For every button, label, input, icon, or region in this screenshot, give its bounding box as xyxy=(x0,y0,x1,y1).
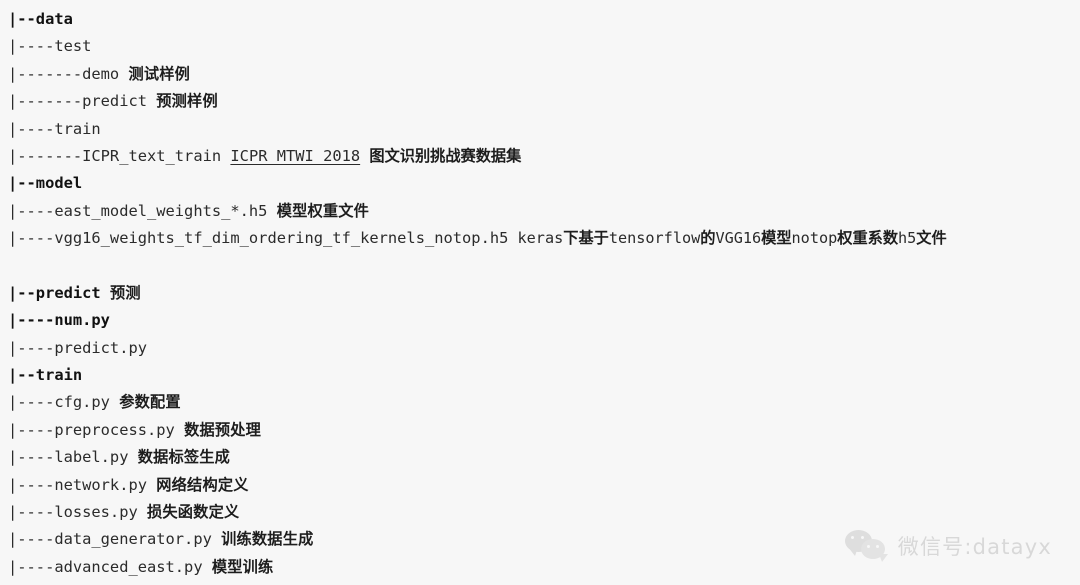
tree-line: |----vgg16_weights_tf_dim_ordering_tf_ke… xyxy=(8,225,1080,252)
tree-line: |----east_model_weights_*.h5 模型权重文件 xyxy=(8,198,1080,225)
tree-line: |----test xyxy=(8,33,1080,60)
tree-path: |----losses.py xyxy=(8,503,138,522)
tree-line: |--predict 预测 xyxy=(8,280,1080,307)
directory-tree: |--data |----test |-------demo 测试样例 |------… xyxy=(0,0,1080,581)
tree-note: 模型训练 xyxy=(211,557,274,576)
tree-note-segment: 文件 xyxy=(916,229,947,248)
tree-line: |-------demo 测试样例 xyxy=(8,61,1080,88)
tree-path: |-------predict xyxy=(8,92,147,111)
tree-path: |----vgg16_weights_tf_dim_ordering_tf_ke… xyxy=(8,229,509,248)
tree-line: |----preprocess.py 数据预处理 xyxy=(8,417,1080,444)
dataset-link-label[interactable]: 图文识别挑战赛数据集 xyxy=(369,147,521,165)
dataset-link[interactable]: ICPR MTWI 2018 xyxy=(230,147,360,165)
tree-note: 参数配置 xyxy=(119,393,181,412)
tree-line: |----label.py 数据标签生成 xyxy=(8,444,1080,471)
tree-line: |--data xyxy=(8,6,1080,33)
tree-note: 测试样例 xyxy=(128,64,191,83)
tree-path: |----cfg.py xyxy=(8,393,110,412)
tree-path: |--model xyxy=(8,174,83,193)
tree-path: |--predict xyxy=(8,283,101,302)
tree-note-segment: notop xyxy=(791,229,838,248)
tree-path: |--train xyxy=(8,366,83,385)
tree-line: |--model xyxy=(8,170,1080,197)
tree-note: 预测 xyxy=(109,283,141,302)
tree-line: |----predict.py xyxy=(8,335,1080,362)
tree-path: |----data_generator.py xyxy=(8,530,212,549)
tree-note: 预测样例 xyxy=(156,92,218,111)
tree-line: |----losses.py 损失函数定义 xyxy=(8,499,1080,526)
tree-line: |----network.py 网络结构定义 xyxy=(8,472,1080,499)
tree-note-segment: h5 xyxy=(898,229,917,248)
tree-path: |----preprocess.py xyxy=(8,420,175,439)
tree-line: |----train xyxy=(8,116,1080,143)
tree-line: |----cfg.py 参数配置 xyxy=(8,389,1080,416)
tree-note-segment: 模型 xyxy=(761,229,792,248)
tree-line: |----advanced_east.py 模型训练 xyxy=(8,554,1080,581)
tree-path: |----advanced_east.py xyxy=(8,557,203,576)
tree-note-segment: tensorflow xyxy=(608,229,701,248)
tree-line: |----data_generator.py 训练数据生成 xyxy=(8,526,1080,553)
tree-path: |-------ICPR_text_train xyxy=(8,146,222,165)
tree-path: |----predict.py xyxy=(8,338,147,357)
tree-line: |----num.py xyxy=(8,307,1080,334)
tree-path: |----network.py xyxy=(8,475,147,494)
tree-path: |--data xyxy=(8,10,73,28)
tree-path: |----num.py xyxy=(8,311,110,330)
tree-path: |----test xyxy=(8,37,92,56)
tree-note: 数据标签生成 xyxy=(137,448,231,467)
tree-path: |-------demo xyxy=(8,64,120,83)
tree-line-spacer xyxy=(8,253,1080,280)
tree-path: |----east_model_weights_*.h5 xyxy=(8,201,268,220)
tree-note-segment: 下基于 xyxy=(563,229,609,248)
tree-path: |----train xyxy=(8,119,101,138)
tree-note-segment: keras xyxy=(508,229,564,248)
tree-note: 网络结构定义 xyxy=(156,475,249,494)
tree-line: |-------predict 预测样例 xyxy=(8,88,1080,115)
tree-note: 训练数据生成 xyxy=(221,530,314,549)
tree-note-mixed: keras下基于tensorflow的VGG16模型notop权重系数h5文件 xyxy=(508,229,947,248)
tree-note: 数据预处理 xyxy=(184,420,262,439)
tree-note-segment: 权重系数 xyxy=(837,229,898,248)
tree-note: 损失函数定义 xyxy=(147,503,240,522)
tree-note-segment: 的 xyxy=(700,229,716,248)
tree-line: |--train xyxy=(8,362,1080,389)
tree-note: 模型权重文件 xyxy=(276,201,370,220)
tree-line: |-------ICPR_text_train ICPR MTWI 2018 图… xyxy=(8,143,1080,170)
tree-path: |----label.py xyxy=(8,448,129,467)
tree-note-segment: VGG16 xyxy=(715,229,762,248)
